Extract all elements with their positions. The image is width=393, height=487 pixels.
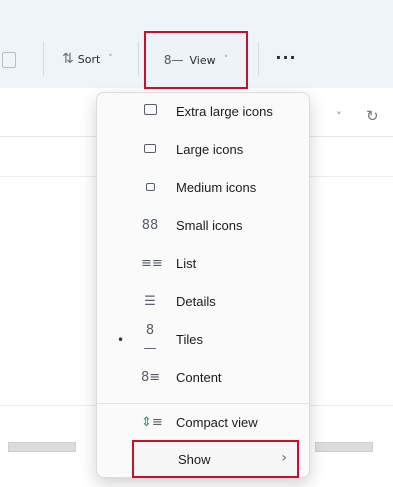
sort-icon: ⇅: [62, 51, 74, 67]
menu-item-tiles[interactable]: • 8— Tiles: [97, 321, 309, 358]
chevron-down-icon: ˅: [223, 55, 229, 65]
chevron-right-icon: ›: [281, 450, 287, 466]
chevron-down-icon: ˅: [108, 54, 113, 64]
sort-button[interactable]: ⇅ Sort ˅: [62, 46, 113, 72]
toolbar-divider: [258, 42, 259, 76]
extra-large-icons-icon: [141, 103, 159, 121]
view-dropdown-menu: Extra large icons Large icons Medium ico…: [96, 92, 310, 478]
menu-item-content[interactable]: 8≡ Content: [97, 359, 309, 396]
chevron-down-icon[interactable]: ˅: [336, 110, 342, 123]
menu-item-show[interactable]: Show ›: [132, 440, 299, 478]
list-icon: ≡≡: [141, 255, 163, 271]
toolbar-divider: [43, 42, 44, 76]
view-icon: 8—: [163, 53, 184, 67]
menu-item-compact-view[interactable]: ⇕≡ Compact view: [97, 404, 309, 441]
small-icons-icon: 88: [141, 217, 159, 233]
delete-icon[interactable]: [2, 52, 16, 68]
menu-item-list[interactable]: ≡≡ List: [97, 245, 309, 282]
tiles-icon: 8—: [143, 322, 157, 356]
menu-item-large-icons[interactable]: Large icons: [97, 131, 309, 168]
menu-item-details[interactable]: ☰ Details: [97, 283, 309, 320]
menu-item-small-icons[interactable]: 88 Small icons: [97, 207, 309, 244]
view-button[interactable]: 8— View ˅: [144, 31, 248, 89]
large-icons-icon: [141, 141, 159, 159]
scrollbar-track: [315, 442, 373, 452]
more-options-button[interactable]: ···: [273, 48, 299, 68]
content-icon: 8≡: [141, 369, 161, 385]
menu-item-medium-icons[interactable]: Medium icons: [97, 169, 309, 206]
toolbar-divider: [138, 42, 139, 76]
compact-view-icon: ⇕≡: [141, 414, 163, 430]
selected-bullet-icon: •: [117, 332, 125, 347]
sort-label: Sort: [77, 52, 101, 66]
menu-item-extra-large-icons[interactable]: Extra large icons: [97, 93, 309, 130]
command-bar: ⇅ Sort ˅ 8— View ˅ ···: [0, 0, 393, 89]
scrollbar-track: [8, 442, 76, 452]
refresh-icon[interactable]: ↻: [366, 107, 379, 125]
medium-icons-icon: [141, 179, 159, 197]
view-label: View: [189, 53, 216, 67]
details-icon: ☰: [144, 293, 156, 309]
